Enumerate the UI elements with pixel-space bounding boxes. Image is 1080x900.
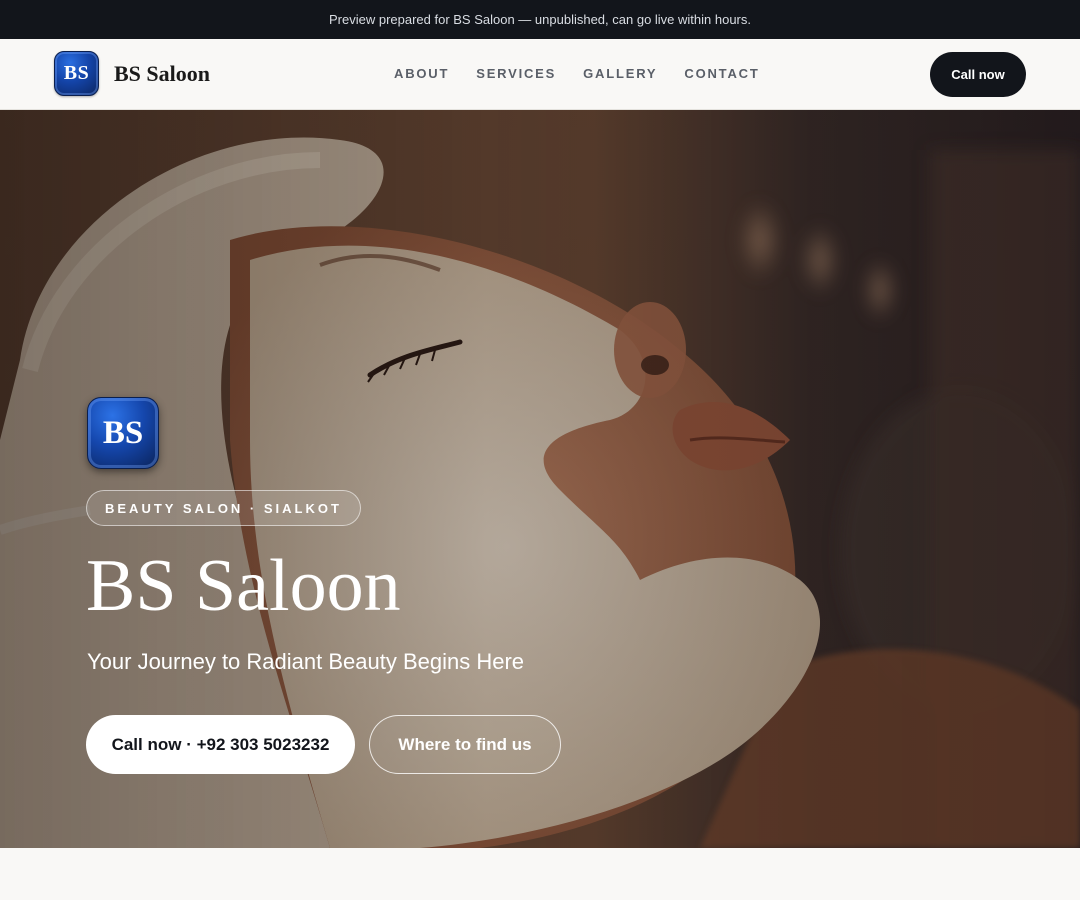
brand-link[interactable]: BS BS Saloon <box>54 51 210 96</box>
call-now-phone-button[interactable]: Call now · +92 303 5023232 <box>86 715 355 774</box>
nav-link-contact[interactable]: CONTACT <box>684 66 759 81</box>
logo-icon: BS <box>54 51 99 96</box>
preview-banner: Preview prepared for BS Saloon — unpubli… <box>0 0 1080 39</box>
hero-tagline-text: BEAUTY SALON · SIALKOT <box>105 500 342 516</box>
preview-banner-text: Preview prepared for BS Saloon — unpubli… <box>328 12 752 27</box>
site-header: BS BS Saloon ABOUT SERVICES GALLERY CONT… <box>0 39 1080 110</box>
hero-logo-icon: BS <box>87 397 159 469</box>
hero-tagline-badge: BEAUTY SALON · SIALKOT <box>86 490 361 526</box>
nav-link-about[interactable]: ABOUT <box>394 66 449 81</box>
nav-link-services[interactable]: SERVICES <box>476 66 556 81</box>
hero-title: BS Saloon <box>86 545 401 627</box>
hero-subtitle: Your Journey to Radiant Beauty Begins He… <box>87 649 525 674</box>
brand-name: BS Saloon <box>114 60 210 86</box>
hero-section: BS BEAUTY SALON · SIALKOT BS Saloon Your… <box>0 110 1080 848</box>
nav-link-gallery[interactable]: GALLERY <box>583 66 657 81</box>
main-nav: ABOUT SERVICES GALLERY CONTACT <box>394 66 760 81</box>
where-to-find-us-button[interactable]: Where to find us <box>369 715 561 774</box>
header-call-button[interactable]: Call now <box>930 52 1026 97</box>
